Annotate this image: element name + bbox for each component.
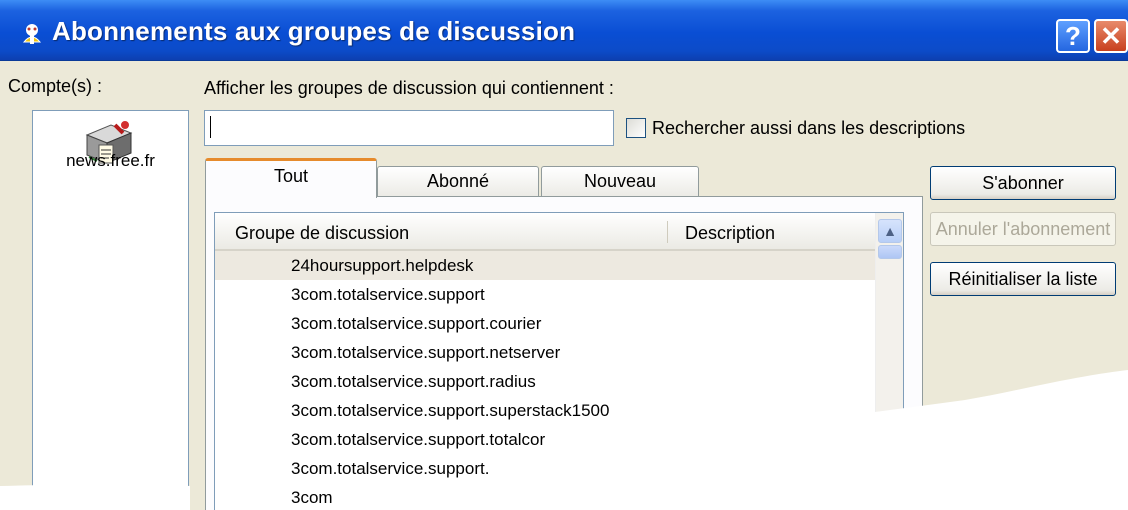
scroll-thumb[interactable]: [878, 245, 902, 259]
list-item[interactable]: 3com.totalservice.support.netserver: [215, 338, 875, 367]
vertical-scrollbar[interactable]: ▲: [875, 213, 903, 510]
window-title: Abonnements aux groupes de discussion: [52, 16, 576, 46]
tab-all[interactable]: Tout: [205, 158, 377, 198]
newsgroup-list[interactable]: Groupe de discussion Description 24hours…: [214, 212, 904, 510]
chevron-up-icon: ▲: [883, 223, 897, 239]
list-item[interactable]: 3com.totalservice.support.superstack1500: [215, 396, 875, 425]
search-descriptions-label[interactable]: Rechercher aussi dans les descriptions: [652, 118, 965, 139]
tab-subscribed[interactable]: Abonné: [377, 166, 539, 196]
list-item[interactable]: 3com.totalservice.support: [215, 280, 875, 309]
list-item[interactable]: 3com.totalservice.support.totalcor: [215, 425, 875, 454]
help-button[interactable]: ?: [1056, 19, 1090, 53]
unsubscribe-button[interactable]: Annuler l'abonnement: [930, 212, 1116, 246]
column-header-description[interactable]: Description: [685, 223, 775, 244]
subscribe-button[interactable]: S'abonner: [930, 166, 1116, 200]
newsgroup-subscriptions-dialog: Abonnements aux groupes de discussion ? …: [0, 0, 1128, 510]
close-button[interactable]: ✕: [1094, 19, 1128, 53]
list-item[interactable]: 3com.totalservice.support.: [215, 454, 875, 483]
column-separator[interactable]: [667, 221, 668, 243]
accounts-list[interactable]: news.free.fr: [32, 110, 189, 510]
list-item[interactable]: 3com.totalservice.support.radius: [215, 367, 875, 396]
tab-new[interactable]: Nouveau: [541, 166, 699, 196]
newsgroup-app-icon: [22, 24, 42, 44]
list-item[interactable]: 3com.totalservice.support.courier: [215, 309, 875, 338]
search-descriptions-checkbox[interactable]: [626, 118, 646, 138]
list-header: Groupe de discussion Description: [215, 213, 875, 251]
scroll-up-button[interactable]: ▲: [878, 219, 902, 243]
search-input[interactable]: [204, 110, 614, 146]
title-bar[interactable]: Abonnements aux groupes de discussion ? …: [0, 0, 1128, 61]
reset-list-button[interactable]: Réinitialiser la liste: [930, 262, 1116, 296]
list-item[interactable]: 24hoursupport.helpdesk: [215, 251, 875, 280]
list-item[interactable]: 3com: [215, 483, 875, 510]
account-item[interactable]: news.free.fr: [33, 111, 188, 191]
accounts-label: Compte(s) :: [8, 76, 103, 96]
text-caret: [210, 116, 211, 138]
account-name: news.free.fr: [66, 151, 155, 170]
column-header-group[interactable]: Groupe de discussion: [235, 223, 409, 244]
search-label: Afficher les groupes de discussion qui c…: [204, 78, 614, 98]
